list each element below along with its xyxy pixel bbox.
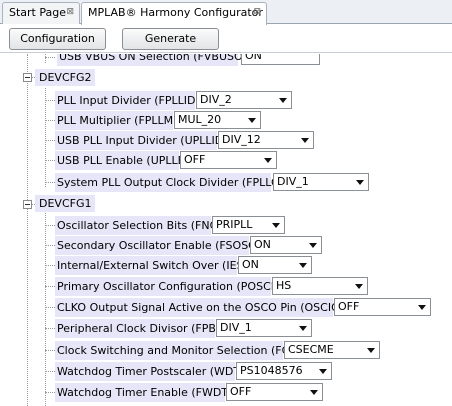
select-value: DIV_2 xyxy=(200,93,232,106)
tree-row-fpllmul: PLL Multiplier (FPLLMUL) xyxy=(55,111,192,130)
devcfg1-collapse-icon[interactable] xyxy=(23,200,32,209)
tree-branch xyxy=(45,140,55,141)
chevron-down-icon xyxy=(310,390,318,395)
select-value: HS xyxy=(276,279,292,292)
editor-tab-strip: Start Page ⊠ MPLAB® Harmony Configurator… xyxy=(0,0,452,25)
tree-branch xyxy=(45,350,55,351)
tree-branch xyxy=(45,371,55,372)
chevron-down-icon xyxy=(299,263,307,268)
tree-row-fcksm: Clock Switching and Monitor Selection (F… xyxy=(55,341,317,360)
tree-row-wdtps: Watchdog Timer Postscaler (WDTPS) xyxy=(55,362,258,381)
tree-branch xyxy=(45,182,55,183)
tree-branch xyxy=(45,307,55,308)
poscmod-select[interactable]: HS xyxy=(272,277,368,295)
chevron-down-icon xyxy=(301,138,309,143)
select-value: DIV_12 xyxy=(222,133,261,146)
tree-branch xyxy=(45,392,55,393)
tree-root-connector xyxy=(27,54,28,406)
chevron-down-icon xyxy=(279,98,287,103)
select-value: DIV_1 xyxy=(220,321,252,334)
tab-harmony-configurator-label: MPLAB® Harmony Configurator xyxy=(88,6,263,19)
tree-branch xyxy=(45,245,55,246)
tree-row-fvbusonio: USB VBUS ON Selection (FVBUSONIO) xyxy=(57,54,268,66)
chevron-down-icon xyxy=(367,348,375,353)
wdtps-select[interactable]: PS1048576 xyxy=(236,362,332,380)
tree-row-fwdten: Watchdog Timer Enable (FWDTEN) xyxy=(55,383,248,402)
tree-row-label: USB VBUS ON Selection (FVBUSONIO) xyxy=(59,54,268,63)
tree-branch xyxy=(45,100,55,101)
tab-start-page-label: Start Page xyxy=(9,6,66,19)
tree-row-fpbdiv: Peripheral Clock Divisor (FPBDIV) xyxy=(55,319,239,338)
fpllidiv-select[interactable]: DIV_2 xyxy=(196,91,292,109)
tree-partial-connector xyxy=(45,54,46,63)
tab-harmony-configurator[interactable]: MPLAB® Harmony Configurator ⊠ xyxy=(81,2,267,25)
tree-partial-branch xyxy=(45,57,55,58)
chevron-down-icon xyxy=(319,369,327,374)
select-value: ON xyxy=(245,54,262,62)
tree-branch xyxy=(45,328,55,329)
chevron-down-icon xyxy=(355,284,363,289)
devcfg1-group[interactable]: DEVCFG1 xyxy=(35,195,96,212)
select-value: OFF xyxy=(230,385,252,398)
fvbusonio-select[interactable]: ON xyxy=(241,54,320,65)
tree-row-fpllidiv: PLL Input Divider (FPLLIDIV) xyxy=(55,91,211,110)
tree-row-fsoscen: Secondary Oscillator Enable (FSOSCEN) xyxy=(55,236,275,255)
chevron-down-icon xyxy=(309,243,317,248)
devcfg2-connector xyxy=(45,88,46,187)
fwdten-select[interactable]: OFF xyxy=(226,383,323,401)
configurator-toolbar: Configuration Generate xyxy=(0,25,452,53)
select-value: PRIPLL xyxy=(216,218,253,231)
upllen-select[interactable]: OFF xyxy=(180,151,277,169)
osciofnc-select[interactable]: OFF xyxy=(334,298,431,316)
select-value: OFF xyxy=(338,300,360,313)
tree-branch xyxy=(45,286,55,287)
devcfg1-connector xyxy=(45,213,46,406)
tree-row-ieso: Internal/External Switch Over (IESO) xyxy=(55,256,256,275)
chevron-down-icon xyxy=(272,223,280,228)
select-value: ON xyxy=(254,238,271,251)
fsoscen-select[interactable]: ON xyxy=(250,236,322,254)
chevron-down-icon xyxy=(248,118,256,123)
chevron-down-icon xyxy=(264,158,272,163)
devcfg2-collapse-icon[interactable] xyxy=(23,73,32,82)
tree-row-fnosc: Oscillator Selection Bits (FNOSC) xyxy=(55,216,237,235)
fcksm-select[interactable]: CSECME xyxy=(284,341,380,359)
ieso-select[interactable]: ON xyxy=(238,256,312,274)
tree-branch xyxy=(45,120,55,121)
tab-harmony-configurator-close-icon[interactable]: ⊠ xyxy=(253,7,261,17)
configuration-button[interactable]: Configuration xyxy=(9,28,106,50)
chevron-down-icon xyxy=(356,180,364,185)
chevron-down-icon xyxy=(418,305,426,310)
devcfg2-group[interactable]: DEVCFG2 xyxy=(35,69,96,86)
select-value: DIV_1 xyxy=(277,175,309,188)
select-value: CSECME xyxy=(288,343,334,356)
tab-start-page-close-icon[interactable]: ⊠ xyxy=(66,7,74,17)
upllidiv-select[interactable]: DIV_12 xyxy=(218,131,314,149)
tab-start-page[interactable]: Start Page ⊠ xyxy=(2,2,80,24)
tree-row-upllidiv: USB PLL Input Divider (UPLLIDIV) xyxy=(55,131,238,150)
select-value: OFF xyxy=(184,153,206,166)
tree-branch xyxy=(45,225,55,226)
fpbdiv-select[interactable]: DIV_1 xyxy=(216,319,312,337)
tree-row-poscmod: Primary Oscillator Configuration (POSCMO… xyxy=(55,277,302,296)
tree-row-upllen: USB PLL Enable (UPLLEN) xyxy=(55,151,197,170)
configuration-tree: USB VBUS ON Selection (FVBUSONIO) ON DEV… xyxy=(0,54,452,406)
tree-branch xyxy=(45,265,55,266)
fpllmul-select[interactable]: MUL_20 xyxy=(174,111,261,129)
tree-row-fpllodiv: System PLL Output Clock Divider (FPLLODI… xyxy=(55,173,303,192)
tree-branch xyxy=(45,160,55,161)
generate-button[interactable]: Generate xyxy=(122,28,219,50)
select-value: MUL_20 xyxy=(178,113,222,126)
fnosc-select[interactable]: PRIPLL xyxy=(212,216,285,234)
chevron-down-icon xyxy=(299,326,307,331)
fpllodiv-select[interactable]: DIV_1 xyxy=(273,173,369,191)
tree-row-osciofnc: CLKO Output Signal Active on the OSCO Pi… xyxy=(55,298,366,317)
select-value: ON xyxy=(242,258,259,271)
select-value: PS1048576 xyxy=(240,364,303,377)
